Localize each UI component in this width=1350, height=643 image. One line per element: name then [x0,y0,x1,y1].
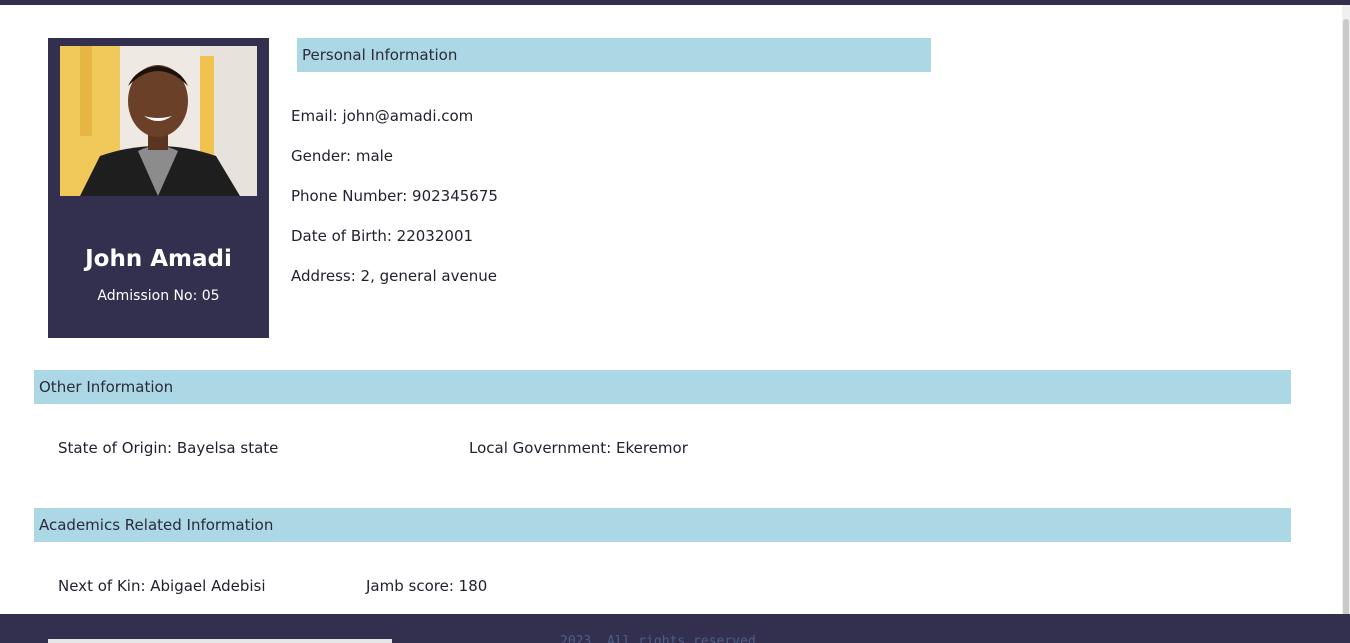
gender-field: Gender: male [291,147,394,165]
footer-copyright: 2023. All rights reserved [560,634,756,643]
top-bar [0,0,1350,5]
address-field: Address: 2, general avenue [291,267,497,285]
personal-information-header: Personal Information [297,38,931,72]
footer: 2023. All rights reserved [0,614,1350,643]
admission-number: Admission No: 05 [97,288,220,304]
phone-field: Phone Number: 902345675 [291,187,498,205]
dob-field: Date of Birth: 22032001 [291,227,474,245]
student-name: John Amadi [85,246,232,272]
academics-information-header: Academics Related Information [34,508,1291,542]
local-government-field: Local Government: Ekeremor [469,439,688,457]
scrollbar-thumb[interactable] [1343,19,1349,619]
jamb-score-field: Jamb score: 180 [366,577,488,595]
state-of-origin-field: State of Origin: Bayelsa state [58,439,279,457]
profile-photo [60,46,257,196]
next-of-kin-field: Next of Kin: Abigael Adebisi [58,577,266,595]
profile-card: John Amadi Admission No: 05 [48,38,269,338]
email-field: Email: john@amadi.com [291,107,474,125]
footer-input[interactable] [48,639,392,643]
scrollbar[interactable] [1342,5,1350,619]
other-information-header: Other Information [34,370,1291,404]
